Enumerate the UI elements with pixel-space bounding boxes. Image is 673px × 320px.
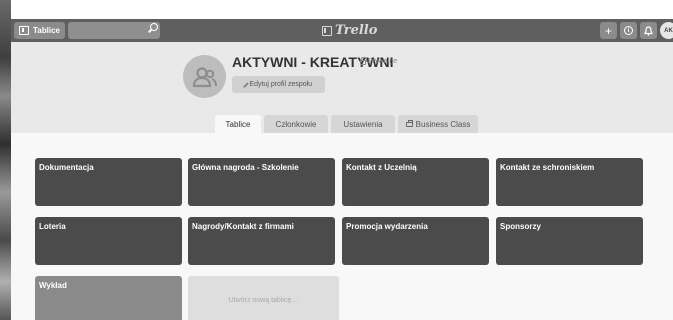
board-title: Sponsorzy [500, 222, 541, 231]
board-title: Loteria [39, 222, 66, 231]
top-band [11, 0, 673, 19]
tab-settings[interactable]: Ustawienia [331, 115, 395, 133]
board-tile[interactable]: Promocja wydarzenia [342, 217, 489, 265]
info-button[interactable]: i [620, 22, 637, 39]
board-title: Dokumentacja [39, 163, 94, 172]
tab-settings-label: Ustawienia [343, 119, 383, 129]
tab-boards[interactable]: Tablice [215, 115, 261, 133]
board-title: Nagrody/Kontakt z firmami [192, 222, 294, 231]
header-right-buttons: + i AK [600, 22, 673, 39]
boards-button-label: Tablice [33, 26, 60, 35]
pencil-icon [243, 81, 249, 88]
team-people-icon [192, 66, 217, 87]
boards-grid: Dokumentacja Główna nagroda - Szkolenie … [11, 133, 673, 320]
board-tile[interactable]: Sponsorzy [496, 217, 643, 265]
visibility-label: Prywatne [368, 58, 398, 65]
tab-business-class[interactable]: Business Class [398, 115, 478, 133]
plus-icon: + [604, 23, 612, 38]
board-tile[interactable]: Kontakt ze schroniskiem [496, 158, 643, 206]
tab-business-class-label: Business Class [415, 119, 471, 129]
board-title: Główna nagroda - Szkolenie [192, 163, 299, 172]
team-icon [183, 55, 226, 98]
board-tile[interactable]: Dokumentacja [35, 158, 182, 206]
avatar[interactable]: AK [660, 22, 673, 39]
edit-team-profile-button[interactable]: Edytuj profil zespołu [232, 76, 325, 93]
boards-icon [19, 26, 29, 35]
tab-members-label: Członkowie [275, 119, 317, 129]
header-bar: Tablice Trello + i AK [11, 19, 673, 42]
create-board-button[interactable]: Utwórz nową tablicę… [188, 276, 339, 320]
board-tile[interactable]: Główna nagroda - Szkolenie [188, 158, 335, 206]
board-tile[interactable]: Kontakt z Uczelnią [342, 158, 489, 206]
search-icon[interactable] [150, 23, 158, 31]
info-icon: i [624, 26, 633, 35]
tab-boards-label: Tablice [225, 119, 251, 129]
notifications-button[interactable] [640, 22, 657, 39]
add-button[interactable]: + [600, 22, 617, 39]
team-tabs: Tablice Członkowie Ustawienia Business C… [215, 115, 478, 133]
board-tile[interactable]: Nagrody/Kontakt z firmami [188, 217, 335, 265]
trello-logo-icon [322, 25, 332, 36]
lock-icon [360, 57, 367, 65]
board-title: Promocja wydarzenia [346, 222, 428, 231]
trello-logo-text: Trello [335, 23, 378, 38]
bell-icon [644, 25, 653, 36]
board-title: Kontakt z Uczelnią [346, 163, 417, 172]
trello-logo[interactable]: Trello [322, 21, 377, 40]
board-title: Wykład [39, 281, 67, 290]
create-board-label: Utwórz nową tablicę… [228, 296, 299, 304]
boards-button[interactable]: Tablice [14, 22, 65, 39]
visibility-indicator: Prywatne [360, 57, 398, 65]
search-input[interactable] [67, 22, 160, 39]
tab-members[interactable]: Członkowie [264, 115, 328, 133]
board-tile[interactable]: Loteria [35, 217, 182, 265]
board-title: Kontakt ze schroniskiem [500, 163, 595, 172]
background-photo-strip [0, 0, 11, 320]
board-tile[interactable]: Wykład [35, 276, 182, 320]
briefcase-icon [405, 119, 413, 127]
edit-team-profile-label: Edytuj profil zespołu [249, 81, 313, 88]
